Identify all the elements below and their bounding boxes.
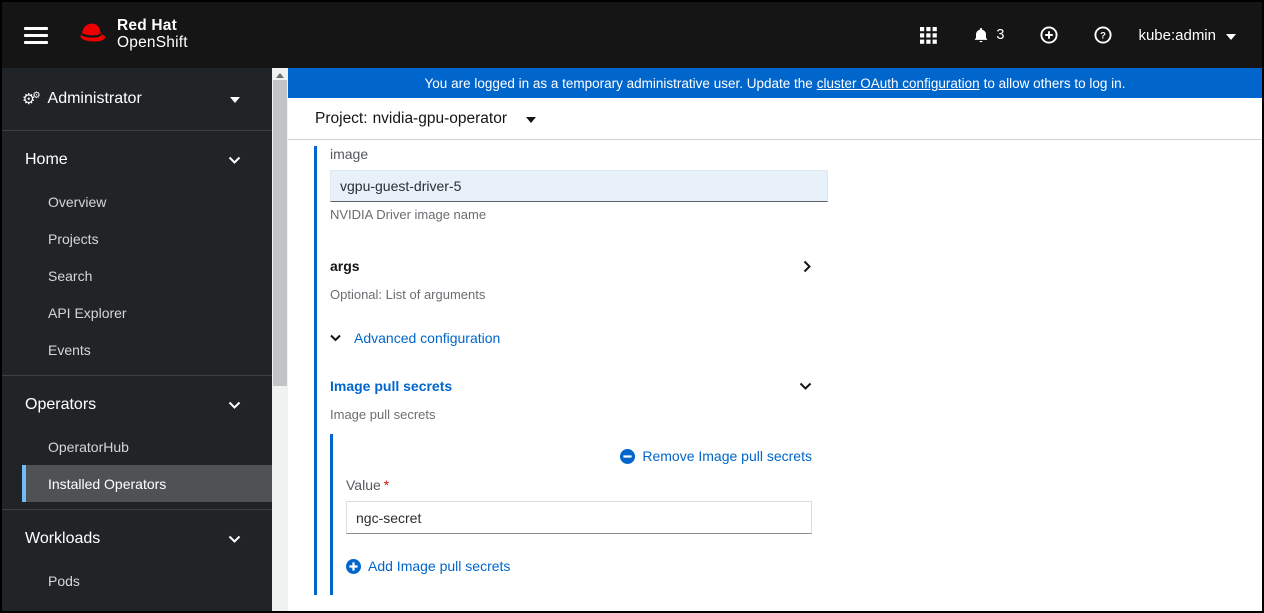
banner-text-before: You are logged in as a temporary adminis… bbox=[425, 76, 813, 91]
project-dropdown[interactable]: Project: nvidia-gpu-operator bbox=[315, 110, 536, 128]
redhat-fedora-icon bbox=[76, 20, 109, 51]
operand-form-content: image NVIDIA Driver image name args Opti… bbox=[288, 140, 1262, 611]
remove-image-pull-secrets-button[interactable]: Remove Image pull secrets bbox=[620, 448, 812, 464]
project-bar: Project: nvidia-gpu-operator bbox=[288, 98, 1262, 140]
args-field-label: args bbox=[330, 258, 360, 274]
advanced-configuration-link: Advanced configuration bbox=[354, 330, 500, 346]
value-input[interactable] bbox=[346, 501, 812, 534]
image-pull-secrets-entry: Remove Image pull secrets Value* bbox=[330, 434, 813, 595]
perspective-label: Administrator bbox=[48, 90, 230, 108]
brand-logo[interactable]: Red Hat OpenShift bbox=[76, 18, 188, 51]
app-shell: ⚙⚙ Administrator Home Overview Projects … bbox=[2, 68, 1262, 611]
caret-down-icon bbox=[526, 110, 536, 128]
sidebar-item-api-explorer[interactable]: API Explorer bbox=[2, 294, 272, 331]
required-indicator: * bbox=[384, 477, 389, 493]
perspective-switcher[interactable]: ⚙⚙ Administrator bbox=[2, 68, 272, 130]
banner-text-after: to allow others to log in. bbox=[984, 76, 1126, 91]
brand-line2: OpenShift bbox=[117, 35, 188, 52]
add-row: Add Image pull secrets bbox=[346, 558, 813, 579]
scrollbar-thumb[interactable] bbox=[273, 80, 287, 386]
masthead-actions: 3 ? bbox=[920, 26, 1112, 44]
nav-group-operators-label: Operators bbox=[25, 396, 96, 414]
notification-count: 3 bbox=[996, 27, 1004, 43]
notifications-bell-icon[interactable]: 3 bbox=[973, 27, 1004, 44]
sidebar-item-pods[interactable]: Pods bbox=[2, 562, 272, 599]
value-field-label: Value* bbox=[346, 477, 813, 493]
cluster-oauth-configuration-link[interactable]: cluster OAuth configuration bbox=[817, 76, 980, 91]
nav-group-home[interactable]: Home bbox=[2, 137, 272, 183]
image-pull-secrets-help-text: Image pull secrets bbox=[330, 407, 1262, 422]
image-pull-secrets-expand-row[interactable]: Image pull secrets bbox=[330, 378, 812, 394]
project-label: Project: bbox=[315, 110, 368, 128]
remove-row: Remove Image pull secrets bbox=[346, 448, 812, 464]
nav-group-home-label: Home bbox=[25, 151, 68, 169]
svg-text:?: ? bbox=[1101, 31, 1107, 42]
image-help-text: NVIDIA Driver image name bbox=[330, 207, 1262, 222]
nav-section-home: Home Overview Projects Search API Explor… bbox=[2, 131, 272, 368]
nav-section-workloads: Workloads Pods bbox=[2, 510, 272, 599]
chevron-down-icon bbox=[228, 401, 241, 410]
cogs-icon: ⚙⚙ bbox=[22, 90, 38, 109]
sidebar-item-projects[interactable]: Projects bbox=[2, 220, 272, 257]
login-banner: You are logged in as a temporary adminis… bbox=[288, 68, 1262, 98]
vertical-scrollbar[interactable] bbox=[272, 68, 288, 611]
form-section: image NVIDIA Driver image name args Opti… bbox=[314, 146, 1262, 595]
plus-circle-icon bbox=[346, 559, 361, 574]
nav-group-operators[interactable]: Operators bbox=[2, 382, 272, 428]
project-value: nvidia-gpu-operator bbox=[373, 110, 507, 128]
minus-circle-icon bbox=[620, 449, 635, 464]
nav-section-operators: Operators OperatorHub Installed Operator… bbox=[2, 376, 272, 502]
caret-down-icon bbox=[1226, 27, 1236, 44]
masthead: Red Hat OpenShift 3 bbox=[2, 2, 1262, 68]
help-question-circle-icon[interactable]: ? bbox=[1094, 26, 1112, 44]
user-menu[interactable]: kube:admin bbox=[1138, 27, 1236, 44]
image-pull-secrets-heading: Image pull secrets bbox=[330, 378, 452, 394]
args-help-text: Optional: List of arguments bbox=[330, 287, 1262, 302]
brand-text: Red Hat OpenShift bbox=[117, 18, 188, 51]
create-plus-circle-icon[interactable] bbox=[1040, 26, 1058, 44]
caret-down-icon bbox=[230, 90, 240, 108]
image-field-label: image bbox=[330, 146, 1262, 162]
app-launcher-grid-icon[interactable] bbox=[920, 27, 937, 44]
main-area: You are logged in as a temporary adminis… bbox=[288, 68, 1262, 611]
args-expand-row[interactable]: args bbox=[330, 258, 812, 274]
sidebar-item-search[interactable]: Search bbox=[2, 257, 272, 294]
sidebar-item-overview[interactable]: Overview bbox=[2, 183, 272, 220]
sidebar-item-operatorhub[interactable]: OperatorHub bbox=[2, 428, 272, 465]
add-image-pull-secrets-button[interactable]: Add Image pull secrets bbox=[346, 558, 510, 574]
add-link-label: Add Image pull secrets bbox=[368, 558, 510, 574]
remove-link-label: Remove Image pull secrets bbox=[642, 448, 812, 464]
image-input[interactable] bbox=[330, 170, 828, 202]
value-label-text: Value bbox=[346, 477, 381, 493]
brand-line1: Red Hat bbox=[117, 18, 188, 35]
sidebar-nav: ⚙⚙ Administrator Home Overview Projects … bbox=[2, 68, 272, 611]
username: kube:admin bbox=[1138, 27, 1216, 44]
nav-group-workloads[interactable]: Workloads bbox=[2, 516, 272, 562]
sidebar-item-events[interactable]: Events bbox=[2, 331, 272, 368]
nav-group-workloads-label: Workloads bbox=[25, 530, 100, 548]
chevron-right-icon bbox=[803, 260, 812, 273]
chevron-down-icon bbox=[228, 156, 241, 165]
advanced-configuration-toggle[interactable]: Advanced configuration bbox=[330, 330, 1262, 346]
sidebar-item-installed-operators[interactable]: Installed Operators bbox=[22, 465, 272, 502]
nav-toggle-hamburger-icon[interactable] bbox=[24, 27, 48, 44]
image-field-group: image NVIDIA Driver image name bbox=[330, 146, 1262, 222]
chevron-down-icon bbox=[799, 382, 812, 391]
chevron-down-icon bbox=[330, 334, 341, 342]
chevron-down-icon bbox=[228, 535, 241, 544]
